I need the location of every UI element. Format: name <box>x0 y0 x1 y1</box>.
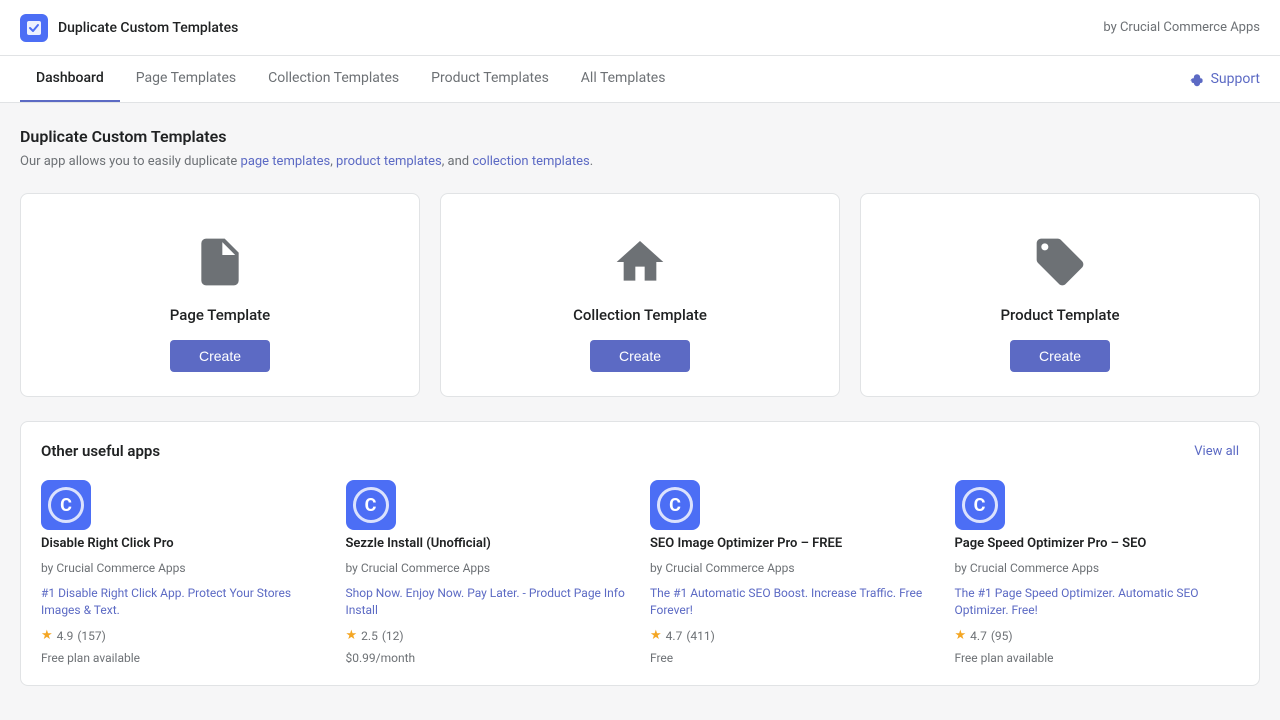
app-description-seo-optimizer: The #1 Automatic SEO Boost. Increase Tra… <box>650 585 935 619</box>
app-rating-seo-optimizer: ★ 4.7 (411) <box>650 628 935 643</box>
review-count: (12) <box>382 629 404 643</box>
nav-tabs: Dashboard Page Templates Collection Temp… <box>20 56 681 102</box>
star-icon: ★ <box>955 628 967 643</box>
view-all-link[interactable]: View all <box>1194 444 1239 459</box>
app-logo-sezzle: C <box>346 480 396 530</box>
page-template-card: Page Template Create <box>20 193 420 397</box>
app-name-seo-optimizer: SEO Image Optimizer Pro – FREE <box>650 536 935 553</box>
app-description-page-speed: The #1 Page Speed Optimizer. Automatic S… <box>955 585 1240 619</box>
star-icon: ★ <box>41 628 53 643</box>
app-item-header: C <box>346 480 631 530</box>
rating-value: 4.7 <box>970 629 987 643</box>
app-description-sezzle: Shop Now. Enjoy Now. Pay Later. - Produc… <box>346 585 631 619</box>
page-template-create-button[interactable]: Create <box>170 340 270 372</box>
app-price-sezzle: $0.99/month <box>346 651 631 665</box>
tab-collection-templates[interactable]: Collection Templates <box>252 56 415 102</box>
other-apps-header: Other useful apps View all <box>41 442 1239 460</box>
other-apps-section: Other useful apps View all C Disable Rig… <box>20 421 1260 686</box>
tab-all-templates[interactable]: All Templates <box>565 56 682 102</box>
product-template-icon <box>1032 234 1088 290</box>
main-content: Duplicate Custom Templates Our app allow… <box>0 103 1280 710</box>
page-subtext: Our app allows you to easily duplicate p… <box>20 154 1260 169</box>
rating-value: 2.5 <box>361 629 378 643</box>
page-template-icon <box>192 234 248 290</box>
app-rating-page-speed: ★ 4.7 (95) <box>955 628 1240 643</box>
support-label: Support <box>1211 71 1260 87</box>
star-icon: ★ <box>650 628 662 643</box>
app-icon <box>20 14 48 42</box>
collection-template-create-button[interactable]: Create <box>590 340 690 372</box>
app-author-seo-optimizer: by Crucial Commerce Apps <box>650 561 935 575</box>
collection-template-icon <box>612 234 668 290</box>
page-template-name: Page Template <box>170 306 270 324</box>
app-logo-page-speed: C <box>955 480 1005 530</box>
navigation: Dashboard Page Templates Collection Temp… <box>0 56 1280 103</box>
app-price-disable-right-click: Free plan available <box>41 651 326 665</box>
app-title: Duplicate Custom Templates <box>58 20 238 36</box>
collection-templates-link[interactable]: collection templates <box>472 154 589 169</box>
review-count: (95) <box>991 629 1013 643</box>
rating-value: 4.9 <box>57 629 74 643</box>
product-templates-link[interactable]: product templates <box>336 154 442 169</box>
by-label: by Crucial Commerce Apps <box>1103 20 1260 35</box>
app-item-header: C <box>955 480 1240 530</box>
top-bar-left: Duplicate Custom Templates <box>20 14 238 42</box>
page-templates-link[interactable]: page templates <box>241 154 331 169</box>
product-template-create-button[interactable]: Create <box>1010 340 1110 372</box>
product-template-card: Product Template Create <box>860 193 1260 397</box>
apps-grid: C Disable Right Click Pro by Crucial Com… <box>41 480 1239 665</box>
page-title: Duplicate Custom Templates <box>20 127 1260 146</box>
app-description-disable-right-click: #1 Disable Right Click App. Protect Your… <box>41 585 326 619</box>
review-count: (411) <box>686 629 715 643</box>
app-item-seo-optimizer: C SEO Image Optimizer Pro – FREE by Cruc… <box>650 480 935 665</box>
app-item-header: C <box>650 480 935 530</box>
collection-template-name: Collection Template <box>573 306 707 324</box>
support-icon <box>1189 71 1205 87</box>
app-author-sezzle: by Crucial Commerce Apps <box>346 561 631 575</box>
app-name-page-speed: Page Speed Optimizer Pro – SEO <box>955 536 1240 553</box>
app-name-sezzle: Sezzle Install (Unofficial) <box>346 536 631 553</box>
app-price-seo-optimizer: Free <box>650 651 935 665</box>
app-price-page-speed: Free plan available <box>955 651 1240 665</box>
app-item-header: C <box>41 480 326 530</box>
rating-value: 4.7 <box>666 629 683 643</box>
app-item-page-speed: C Page Speed Optimizer Pro – SEO by Cruc… <box>955 480 1240 665</box>
product-template-name: Product Template <box>1000 306 1119 324</box>
other-apps-title: Other useful apps <box>41 442 160 460</box>
star-icon: ★ <box>346 628 358 643</box>
collection-template-card: Collection Template Create <box>440 193 840 397</box>
support-link[interactable]: Support <box>1189 71 1260 87</box>
app-logo-disable-right-click: C <box>41 480 91 530</box>
app-item-sezzle: C Sezzle Install (Unofficial) by Crucial… <box>346 480 631 665</box>
app-name-disable-right-click: Disable Right Click Pro <box>41 536 326 553</box>
app-author-disable-right-click: by Crucial Commerce Apps <box>41 561 326 575</box>
tab-page-templates[interactable]: Page Templates <box>120 56 252 102</box>
tab-product-templates[interactable]: Product Templates <box>415 56 565 102</box>
tab-dashboard[interactable]: Dashboard <box>20 56 120 102</box>
app-author-page-speed: by Crucial Commerce Apps <box>955 561 1240 575</box>
app-item-disable-right-click: C Disable Right Click Pro by Crucial Com… <box>41 480 326 665</box>
app-logo-seo-optimizer: C <box>650 480 700 530</box>
review-count: (157) <box>77 629 106 643</box>
app-rating-disable-right-click: ★ 4.9 (157) <box>41 628 326 643</box>
app-rating-sezzle: ★ 2.5 (12) <box>346 628 631 643</box>
top-bar: Duplicate Custom Templates by Crucial Co… <box>0 0 1280 56</box>
template-cards: Page Template Create Collection Template… <box>20 193 1260 397</box>
